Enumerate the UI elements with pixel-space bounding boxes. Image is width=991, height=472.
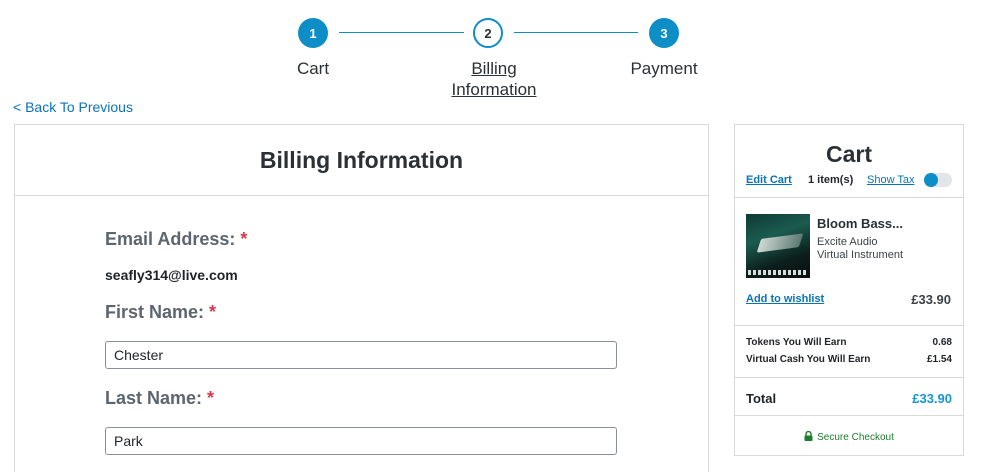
step-3-circle[interactable]: 3	[649, 18, 679, 48]
product-brand: Excite Audio	[817, 236, 878, 248]
divider	[735, 377, 963, 378]
step-connector	[339, 32, 464, 33]
step-2-label-line2: Information	[451, 80, 537, 99]
toggle-knob	[924, 173, 938, 187]
email-value: seafly314@live.com	[105, 267, 238, 283]
total-label: Total	[746, 391, 777, 406]
lock-icon	[804, 431, 813, 441]
edit-cart-link[interactable]: Edit Cart	[746, 174, 792, 186]
vcash-value: £1.54	[926, 354, 952, 365]
last-name-input[interactable]	[105, 427, 617, 455]
step-3-label[interactable]: Payment	[614, 58, 714, 79]
product-price: £33.90	[911, 292, 951, 307]
divider	[735, 415, 963, 416]
product-art-shape	[756, 233, 804, 253]
billing-panel: Billing Information Email Address: * seaf…	[14, 124, 709, 472]
cart-meta-row: Edit Cart 1 item(s) Show Tax	[746, 173, 952, 189]
billing-header: Billing Information	[15, 125, 708, 196]
total-value: £33.90	[912, 391, 952, 406]
cart-summary-panel: Cart Edit Cart 1 item(s) Show Tax Bloom …	[734, 124, 964, 456]
email-label: Email Address: *	[105, 229, 247, 250]
product-name[interactable]: Bloom Bass...	[817, 216, 903, 231]
step-2-label-line1: Billing	[471, 59, 517, 78]
product-art-keys	[748, 270, 808, 275]
back-to-previous-link[interactable]: < Back To Previous	[13, 99, 133, 115]
cart-title: Cart	[825, 141, 872, 167]
divider	[735, 325, 963, 326]
secure-checkout-text: Secure Checkout	[817, 432, 894, 443]
divider	[735, 197, 963, 198]
first-name-label: First Name: *	[105, 302, 216, 323]
show-tax-link[interactable]: Show Tax	[867, 174, 915, 186]
total-row: Total £33.90	[746, 391, 952, 406]
item-count: 1 item(s)	[808, 174, 854, 186]
checkout-stepper: 1 2 3 Cart Billing Information Payment	[0, 0, 991, 100]
vcash-earn-row: Virtual Cash You Will Earn £1.54	[746, 354, 952, 365]
tokens-value: 0.68	[932, 337, 952, 348]
required-marker: *	[240, 229, 248, 249]
show-tax-toggle[interactable]	[924, 173, 952, 187]
tokens-label: Tokens You Will Earn	[746, 337, 847, 348]
product-type: Virtual Instrument	[817, 249, 904, 261]
email-label-text: Email Address:	[105, 229, 236, 249]
product-thumbnail[interactable]	[746, 214, 810, 278]
last-name-label: Last Name: *	[105, 388, 214, 409]
required-marker: *	[209, 302, 217, 322]
first-name-label-text: First Name:	[105, 302, 205, 322]
step-2-circle[interactable]: 2	[473, 18, 503, 48]
step-1-label[interactable]: Cart	[273, 58, 353, 79]
step-2-label[interactable]: Billing Information	[433, 58, 555, 100]
tokens-earn-row: Tokens You Will Earn 0.68	[746, 337, 952, 348]
secure-checkout-badge: Secure Checkout	[735, 431, 963, 443]
billing-title: Billing Information	[259, 146, 464, 173]
add-to-wishlist-link[interactable]: Add to wishlist	[746, 293, 824, 305]
step-1-circle[interactable]: 1	[298, 18, 328, 48]
step-connector	[514, 32, 638, 33]
last-name-label-text: Last Name:	[105, 388, 203, 408]
first-name-input[interactable]	[105, 341, 617, 369]
required-marker: *	[207, 388, 215, 408]
vcash-label: Virtual Cash You Will Earn	[746, 354, 871, 365]
